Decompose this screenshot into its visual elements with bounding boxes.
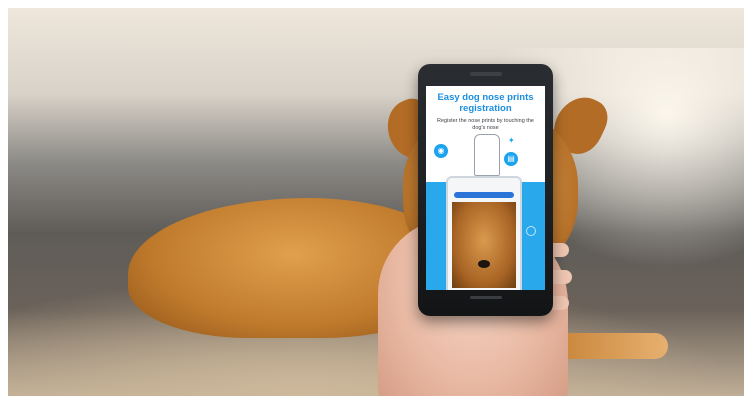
photo-frame: Easy dog nose prints registration Regist…: [8, 8, 744, 396]
phone-screen: Easy dog nose prints registration Regist…: [426, 86, 545, 290]
document-icon: ▤: [504, 152, 518, 166]
app-title: Easy dog nose prints registration: [437, 92, 534, 114]
home-button: [470, 296, 502, 299]
smartphone: Easy dog nose prints registration Regist…: [418, 64, 553, 316]
dog-nose: [478, 260, 490, 268]
app-subtitle: Register the nose prints by touching the…: [437, 118, 534, 131]
hand-sketch-icon: [474, 134, 500, 176]
camera-icon: ◉: [434, 144, 448, 158]
sparkle-icon: ✦: [508, 136, 515, 145]
side-indicator: [526, 226, 536, 236]
dog-photo: [452, 202, 516, 288]
inner-phone-mockup: [446, 176, 522, 290]
inner-progress-bar: [454, 192, 514, 198]
phone-speaker: [470, 72, 502, 76]
